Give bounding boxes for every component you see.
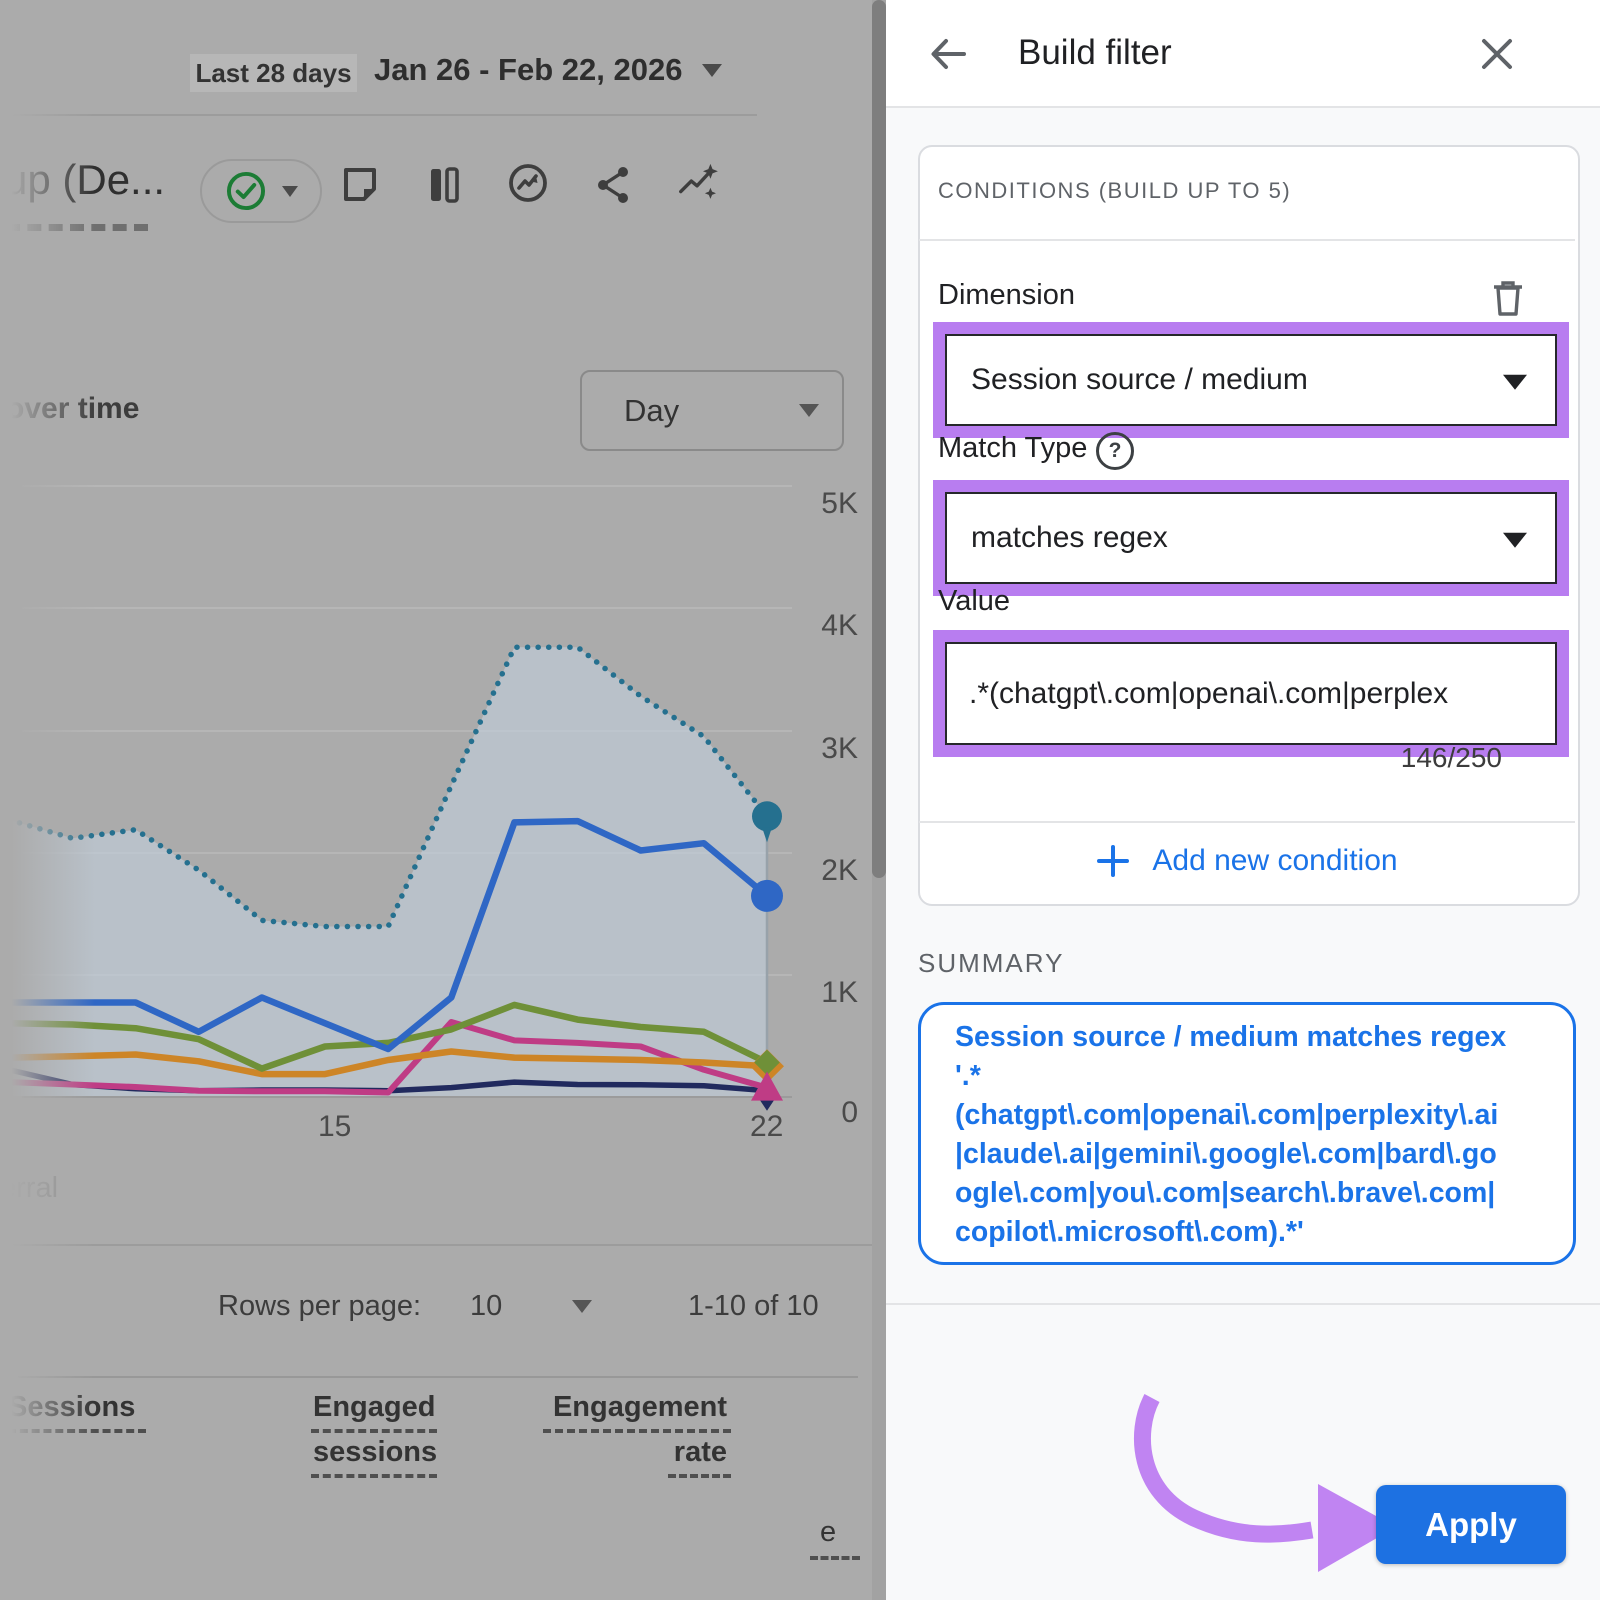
column-header-engaged-sessions[interactable]: Engaged bbox=[313, 1391, 435, 1424]
summary-line: '.* bbox=[955, 1057, 1506, 1096]
rows-per-page-select[interactable]: 10 bbox=[470, 1290, 502, 1323]
add-new-condition-label: Add new condition bbox=[1152, 844, 1397, 878]
dimension-value: Session source / medium bbox=[971, 363, 1308, 397]
header-underline bbox=[668, 1474, 731, 1478]
summary-box: Session source / medium matches regex '.… bbox=[918, 1002, 1576, 1265]
chevron-down-icon bbox=[1503, 533, 1527, 548]
rows-per-page-label: Rows per page: bbox=[218, 1290, 421, 1323]
y-tick: 3K bbox=[790, 732, 858, 766]
trash-icon[interactable] bbox=[1488, 276, 1528, 320]
value-input-text: .*(chatgpt\.com|openai\.com|perplex bbox=[969, 677, 1517, 711]
column-header-engagement-rate-line2[interactable]: rate bbox=[545, 1436, 727, 1469]
y-tick: 5K bbox=[790, 487, 858, 521]
partial-cell-text: e bbox=[820, 1516, 836, 1549]
dimension-label: Dimension bbox=[938, 279, 1075, 312]
dimension-select-highlight: Session source / medium bbox=[933, 322, 1569, 438]
divider bbox=[18, 1376, 858, 1378]
blue-circle-marker bbox=[751, 880, 783, 912]
header-underline bbox=[543, 1429, 731, 1433]
summary-line: ogle\.com|you\.com|search\.brave\.com| bbox=[955, 1174, 1506, 1213]
summary-line: Session source / medium matches regex bbox=[955, 1018, 1506, 1057]
summary-line: |claude\.ai|gemini\.google\.com|bard\.go bbox=[955, 1135, 1506, 1174]
close-icon[interactable] bbox=[1477, 34, 1517, 74]
add-new-condition-button[interactable]: Add new condition bbox=[918, 822, 1576, 900]
apply-button[interactable]: Apply bbox=[1376, 1485, 1566, 1564]
summary-line: (chatgpt\.com|openai\.com|perplexity\.ai bbox=[955, 1096, 1506, 1135]
plus-icon bbox=[1096, 844, 1130, 878]
conditions-header: CONDITIONS (BUILD UP TO 5) bbox=[938, 178, 1291, 204]
summary-label: SUMMARY bbox=[918, 948, 1064, 979]
sessions-over-time-chart bbox=[0, 0, 886, 1600]
x-tick: 15 bbox=[318, 1110, 351, 1144]
column-header-sessions[interactable]: Sessions bbox=[8, 1391, 135, 1424]
summary-line: copilot\.microsoft\.com).*' bbox=[955, 1213, 1506, 1252]
header-underline bbox=[311, 1429, 437, 1433]
divider bbox=[886, 106, 1600, 108]
apply-label: Apply bbox=[1425, 1506, 1517, 1544]
partial-underline bbox=[810, 1556, 860, 1560]
scrollbar-thumb[interactable] bbox=[872, 0, 886, 878]
dimmed-report-pane: Last 28 days Jan 26 - Feb 22, 2026 up (D… bbox=[0, 0, 886, 1600]
value-input[interactable]: .*(chatgpt\.com|openai\.com|perplex bbox=[945, 642, 1557, 745]
x-tick: 22 bbox=[750, 1110, 783, 1144]
value-label: Value bbox=[938, 585, 1010, 618]
summary-text: Session source / medium matches regex '.… bbox=[921, 1018, 1506, 1252]
match-type-select-highlight: matches regex bbox=[933, 480, 1569, 596]
value-input-highlight: .*(chatgpt\.com|openai\.com|perplex bbox=[933, 630, 1569, 757]
divider bbox=[919, 239, 1575, 241]
match-type-select[interactable]: matches regex bbox=[945, 492, 1557, 584]
divider bbox=[0, 1244, 886, 1246]
pagination-range: 1-10 of 10 bbox=[688, 1290, 819, 1323]
match-type-label: Match Type bbox=[938, 432, 1087, 465]
panel-title: Build filter bbox=[1018, 33, 1172, 73]
header-underline bbox=[311, 1474, 437, 1478]
header-underline bbox=[8, 1429, 146, 1433]
back-arrow-icon[interactable] bbox=[924, 30, 972, 78]
divider bbox=[886, 1303, 1600, 1305]
match-type-value: matches regex bbox=[971, 521, 1168, 555]
y-tick: 4K bbox=[790, 609, 858, 643]
dimension-select[interactable]: Session source / medium bbox=[945, 334, 1557, 426]
legend-item-partial: erral bbox=[0, 1172, 58, 1205]
ga4-explore-screen: Last 28 days Jan 26 - Feb 22, 2026 up (D… bbox=[0, 0, 1600, 1600]
column-header-engaged-sessions-line2[interactable]: sessions bbox=[313, 1436, 435, 1469]
column-header-engagement-rate[interactable]: Engagement bbox=[545, 1391, 727, 1424]
y-tick: 0 bbox=[790, 1096, 858, 1130]
y-tick: 1K bbox=[790, 976, 858, 1010]
chevron-down-icon[interactable] bbox=[572, 1300, 592, 1313]
y-tick: 2K bbox=[790, 854, 858, 888]
chevron-down-icon bbox=[1503, 375, 1527, 390]
character-counter: 146/250 bbox=[1302, 742, 1502, 774]
help-icon[interactable]: ? bbox=[1096, 432, 1134, 470]
